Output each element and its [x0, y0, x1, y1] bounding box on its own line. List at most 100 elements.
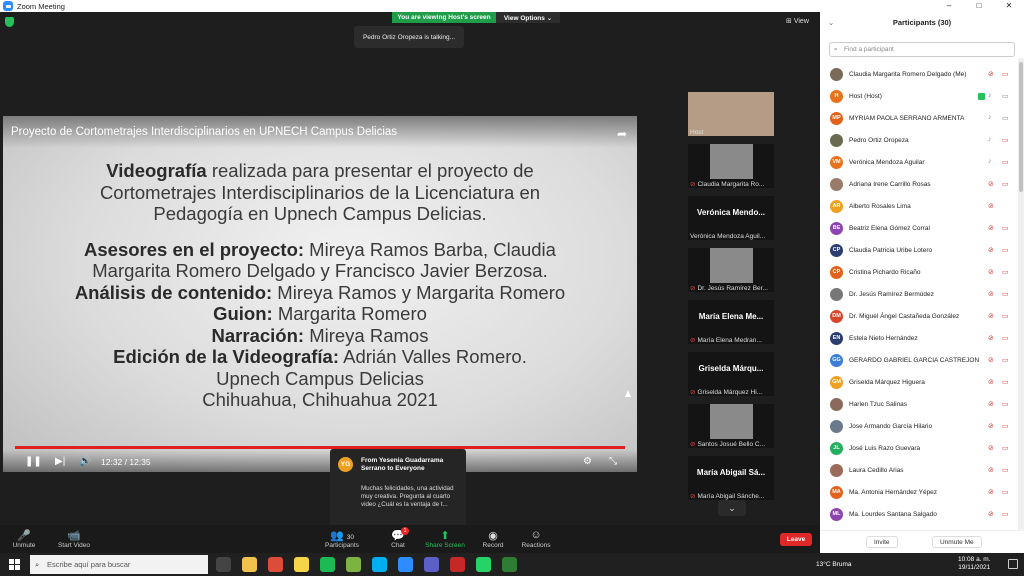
settings-gear-icon[interactable]: ⚙ [583, 456, 592, 467]
participant-name: Adriana Irene Carrillo Rosas [849, 181, 931, 188]
mouse-cursor-icon [625, 390, 631, 397]
video-thumbnail[interactable]: María Abigail Sá... ⊘ María Abigail Sánche… [688, 456, 774, 500]
thumbnail-name: Verónica Mendoza Aguil... [690, 233, 766, 240]
participant-avatar: MP [830, 112, 843, 125]
muted-mic-icon: ⊘ [988, 269, 994, 276]
participant-row[interactable]: Harlen Tzuc Salinas ⊘ ▭ [820, 394, 1018, 416]
windows-start-icon[interactable] [9, 559, 20, 570]
video-icon: ▭ [1002, 115, 1009, 122]
muted-mic-icon: ⊘ [988, 181, 994, 188]
zoom-icon[interactable] [398, 557, 413, 572]
muted-mic-icon: ⊘ [988, 489, 994, 496]
unmute-me-button[interactable]: Unmute Me [932, 536, 982, 548]
participant-name: José Luis Razo Guevara [849, 445, 921, 452]
video-thumbnail[interactable]: María Elena Me... ⊘ María Elena Medran... [688, 300, 774, 344]
window-controls: – □ ✕ [934, 0, 1024, 12]
participant-row[interactable]: CP Claudia Patricia Uribe Lotero ⊘ ▭ [820, 240, 1018, 262]
slide-line: Guion: Margarita Romero [3, 303, 637, 325]
participant-row[interactable]: DM Dr. Miguel Ángel Castañeda González ⊘ ▭ [820, 306, 1018, 328]
share-arrow-icon[interactable]: ➦ [617, 127, 627, 141]
unmute-button[interactable]: 🎤 Unmute [0, 529, 52, 549]
view-options-button[interactable]: View Options ⌄ [496, 12, 560, 23]
participant-row[interactable]: Laura Cedillo Arias ⊘ ▭ [820, 460, 1018, 482]
video-thumbnail[interactable]: ⊘ Santos Josué Bello C... [688, 404, 774, 448]
reactions-button[interactable]: ☺ Reactions [508, 529, 564, 549]
clock[interactable]: 10:08 a. m. 19/11/2021 [958, 556, 991, 572]
minimize-button[interactable]: – [934, 0, 964, 12]
sticky-notes-icon[interactable] [294, 557, 309, 572]
video-off-icon: ▭ [1002, 445, 1009, 452]
task-view-icon[interactable] [216, 557, 231, 572]
participant-row[interactable]: GM Griselda Márquez Higuera ⊘ ▭ [820, 372, 1018, 394]
video-off-icon: ▭ [1002, 511, 1009, 518]
next-icon[interactable]: ▶| [55, 456, 65, 467]
thumbnail-name-bar: ⊘ María Abigail Sánche... [688, 492, 774, 500]
video-thumbnail[interactable]: Verónica Mendo... Verónica Mendoza Aguil.… [688, 196, 774, 240]
invite-button[interactable]: Invite [866, 536, 898, 548]
participant-row[interactable]: MP MYRIAM PAOLA SERRANO ARMENTA ♪ ▭ [820, 108, 1018, 130]
thumbnails-scroll-down-icon[interactable]: ⌄ [718, 500, 746, 516]
muted-mic-icon: ⊘ [690, 285, 696, 292]
spotify-icon[interactable] [320, 557, 335, 572]
start-video-button[interactable]: 📹 Start Video [46, 529, 102, 549]
participant-row[interactable]: Pedro Ortiz Oropeza ♪ ▭ [820, 130, 1018, 152]
thumbnail-name-bar: ⊘ Griselda Márquez Hi... [688, 388, 774, 396]
weather-label[interactable]: 13°C Bruma [816, 561, 851, 568]
participant-avatar [830, 134, 843, 147]
search-icon: ⌕ [35, 560, 40, 569]
video-thumbnail[interactable]: ⊘ Dr. Jesús Ramírez Ber... [688, 248, 774, 292]
slide-line-text: Pedagogía en Upnech Campus Delicias. [153, 203, 487, 224]
participant-row[interactable]: GG GERARDO GABRIEL GARCIA CASTREJON ⊘ ▭ [820, 350, 1018, 372]
participant-row[interactable]: EN Estela Nieto Hernández ⊘ ▭ [820, 328, 1018, 350]
participant-avatar: BE [830, 222, 843, 235]
participant-row[interactable]: CP Cristina Pichardo Ricaño ⊘ ▭ [820, 262, 1018, 284]
app-icon[interactable] [346, 557, 361, 572]
slide-line-text: Mireya Ramos Barba, Claudia [304, 238, 556, 260]
teams-icon[interactable] [424, 557, 439, 572]
whatsapp-icon[interactable] [476, 557, 491, 572]
leave-button[interactable]: Leave [780, 533, 812, 546]
close-button[interactable]: ✕ [994, 0, 1024, 12]
participant-row[interactable]: H Host (Host) ♪ ▭ [820, 86, 1018, 108]
maximize-button[interactable]: □ [964, 0, 994, 12]
chat-notification[interactable]: YG From Yesenia Guadarrama Serrano to Ev… [330, 449, 466, 531]
notifications-icon[interactable] [1008, 559, 1018, 569]
participant-avatar: EN [830, 332, 843, 345]
muted-mic-icon: ⊘ [988, 423, 994, 430]
view-button[interactable]: ⊞ View [786, 17, 809, 25]
muted-mic-icon: ⊘ [988, 401, 994, 408]
file-explorer-icon[interactable] [242, 557, 257, 572]
video-thumbnail[interactable]: Host [688, 92, 774, 136]
participants-button[interactable]: 👥 30 Participants [314, 529, 370, 549]
video-progress-bar[interactable] [15, 446, 625, 449]
viewing-banner: You are viewing Host's screen View Optio… [392, 12, 560, 23]
participant-row[interactable]: BE Beatriz Elena Gómez Corral ⊘ ▭ [820, 218, 1018, 240]
collapse-chevron-icon[interactable]: ⌄ [828, 12, 834, 34]
slide-line: Videografía realizada para presentar el … [3, 160, 637, 182]
shared-screen[interactable]: Proyecto de Cortometrajes Interdisciplin… [3, 116, 637, 472]
participant-search-input[interactable]: ⌕ Find a participant [829, 42, 1015, 57]
app-red-icon[interactable] [450, 557, 465, 572]
exit-fullscreen-icon[interactable]: ⤡ [609, 456, 617, 467]
participant-row[interactable]: VM Verónica Mendoza Aguilar ♪ ▭ [820, 152, 1018, 174]
participant-row[interactable]: Claudia Margarita Romero Delgado (Me) ⊘ ▭ [820, 64, 1018, 86]
skype-icon[interactable] [372, 557, 387, 572]
participant-row[interactable]: Jose Armando García Hilario ⊘ ▭ [820, 416, 1018, 438]
video-thumbnail[interactable]: ⊘ Claudia Margarita Ro... [688, 144, 774, 188]
participant-row[interactable]: Dr. Jesús Ramírez Bermúdez ⊘ ▭ [820, 284, 1018, 306]
security-shield-icon[interactable] [5, 17, 14, 27]
participant-list-scrollbar[interactable] [1018, 58, 1024, 538]
pause-icon[interactable]: ❚❚ [25, 456, 42, 467]
participant-row[interactable]: JL José Luis Razo Guevara ⊘ ▭ [820, 438, 1018, 460]
participant-row[interactable]: ML Ma. Lourdes Santana Salgado ⊘ ▭ [820, 504, 1018, 526]
participant-name: GERARDO GABRIEL GARCIA CASTREJON [849, 357, 980, 364]
video-thumbnail[interactable]: Griselda Márqu... ⊘ Griselda Márquez Hi... [688, 352, 774, 396]
chrome-icon[interactable] [268, 557, 283, 572]
reactions-label: Reactions [521, 542, 551, 549]
volume-icon[interactable]: 🔊 [79, 456, 91, 467]
app-green-icon[interactable] [502, 557, 517, 572]
participant-row[interactable]: MA Ma. Antonia Hernández Yépez ⊘ ▭ [820, 482, 1018, 504]
taskbar-search-input[interactable]: ⌕ Escribe aquí para buscar [30, 555, 208, 574]
participant-row[interactable]: AR Alberto Rosales Lima ⊘ [820, 196, 1018, 218]
participant-row[interactable]: Adriana Irene Carrillo Rosas ⊘ ▭ [820, 174, 1018, 196]
